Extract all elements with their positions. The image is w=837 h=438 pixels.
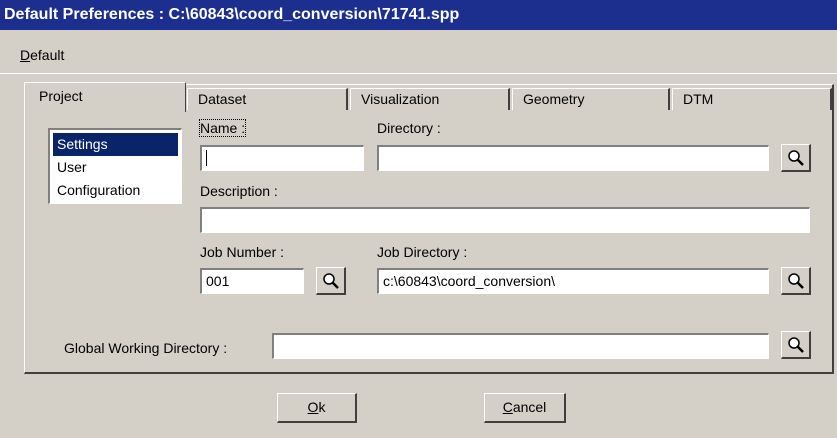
description-field[interactable] — [200, 207, 810, 233]
section-list[interactable]: Settings User Configuration — [48, 128, 182, 204]
magnifier-icon — [787, 149, 804, 166]
tab-dataset[interactable]: Dataset — [187, 88, 348, 110]
tab-dataset-label: Dataset — [198, 91, 247, 107]
name-label: Name : — [198, 119, 247, 137]
section-item-settings[interactable]: Settings — [53, 133, 178, 156]
directory-label: Directory : — [377, 120, 441, 136]
tab-project[interactable]: Project — [24, 82, 186, 112]
menu-default-mnemonic: D — [20, 47, 31, 63]
directory-browse-button[interactable] — [781, 144, 811, 172]
tab-visualization-label: Visualization — [361, 91, 440, 107]
global-working-directory-label: Global Working Directory : — [64, 340, 228, 356]
job-number-field[interactable]: 001 — [200, 268, 304, 294]
tab-geometry-label: Geometry — [523, 91, 585, 107]
menu-bar: Default — [0, 30, 837, 74]
job-number-label: Job Number : — [200, 244, 285, 260]
job-number-browse-button[interactable] — [316, 267, 346, 295]
section-item-user[interactable]: User — [53, 156, 178, 179]
job-directory-value: c:\60843\coord_conversion\ — [383, 273, 555, 289]
tab-visualization[interactable]: Visualization — [350, 88, 510, 110]
menu-default-rest: efault — [30, 47, 65, 63]
ok-button[interactable]: Ok — [277, 393, 357, 423]
window-title: Default Preferences : C:\60843\coord_con… — [0, 0, 837, 30]
text-cursor — [206, 150, 207, 166]
job-number-value: 001 — [206, 273, 230, 289]
ok-rest: k — [318, 399, 326, 415]
menu-default[interactable]: Default — [20, 47, 64, 63]
magnifier-icon — [322, 272, 339, 289]
cancel-rest: ancel — [512, 399, 547, 415]
tab-project-label: Project — [39, 88, 83, 104]
description-label: Description : — [200, 183, 278, 199]
job-directory-browse-button[interactable] — [781, 267, 811, 295]
tab-dtm-label: DTM — [683, 91, 714, 107]
cancel-mnemonic: C — [502, 399, 513, 415]
name-field[interactable] — [200, 145, 364, 171]
global-directory-browse-button[interactable] — [781, 331, 811, 359]
directory-field[interactable] — [377, 145, 769, 171]
cancel-button[interactable]: Cancel — [484, 393, 566, 423]
tab-geometry[interactable]: Geometry — [512, 88, 670, 110]
tab-dtm[interactable]: DTM — [672, 88, 832, 110]
ok-mnemonic: O — [307, 399, 319, 415]
job-directory-field[interactable]: c:\60843\coord_conversion\ — [377, 268, 769, 294]
magnifier-icon — [787, 272, 804, 289]
magnifier-icon — [787, 336, 804, 353]
global-working-directory-field[interactable] — [272, 333, 769, 359]
section-item-configuration[interactable]: Configuration — [53, 179, 178, 202]
job-directory-label: Job Directory : — [377, 244, 468, 260]
